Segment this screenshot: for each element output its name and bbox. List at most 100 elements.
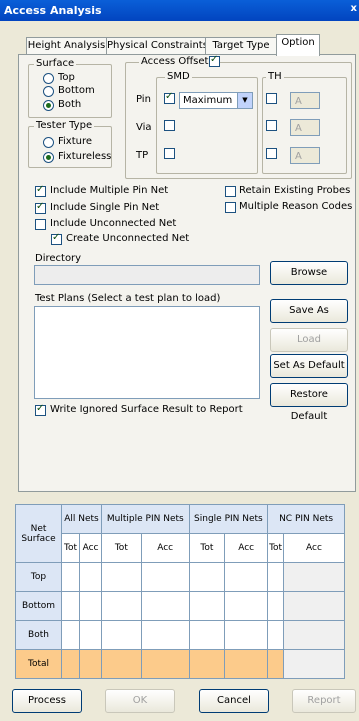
surface-label: Surface [34,58,77,69]
tab-physical-constraints[interactable]: Physical Constraints [106,37,208,55]
pin-th-checkbox[interactable] [266,93,277,104]
pin-label: Pin [136,94,151,105]
table-cell [188,562,226,592]
create-unconnected-net-label: Create Unconnected Net [66,233,190,244]
table-cell [283,620,345,650]
tp-label: TP [136,150,149,161]
table-cell [60,591,81,621]
write-ignored-label: Write Ignored Surface Result to Report [50,404,243,415]
browse-button[interactable]: Browse [270,261,348,285]
tp-th-field[interactable]: A [290,147,320,164]
sub-header: Acc [140,533,190,563]
ok-button[interactable]: OK [105,689,175,713]
write-ignored-checkbox[interactable] [35,403,46,416]
test-plans-list[interactable] [34,306,260,399]
table-cell [283,649,345,679]
table-cell [79,562,102,592]
include-single-pin-net-label: Include Single Pin Net [50,202,160,213]
surface-bottom-radio[interactable] [43,86,54,97]
tab-option[interactable]: Option [276,34,320,56]
sub-header: Tot [101,533,142,563]
table-cell [140,620,190,650]
sub-header: Tot [60,533,81,563]
table-cell [101,649,142,679]
window-title: Access Analysis [4,4,102,17]
table-cell [283,562,345,592]
table-cell [224,562,269,592]
cancel-button[interactable]: Cancel [199,689,269,713]
row-header-both: Both [15,620,62,650]
th-label: TH [266,71,284,82]
tester-fixtureless-radio[interactable] [43,152,54,163]
surface-both-label: Both [58,99,82,110]
restore-default-button[interactable]: Restore Default [270,383,348,422]
retain-existing-probes-checkbox[interactable] [225,186,236,197]
sub-header: Acc [224,533,269,563]
table-cell [79,591,102,621]
via-smd-checkbox[interactable] [164,120,175,131]
include-unconnected-net-label: Include Unconnected Net [50,218,177,229]
net-surface-header: Net Surface [15,504,62,563]
table-cell [267,591,284,621]
table-cell [140,591,190,621]
tester-fixtureless-label: Fixtureless [58,151,112,162]
sub-header: Tot [188,533,226,563]
retain-existing-probes-label: Retain Existing Probes [239,185,351,196]
pin-th-field[interactable]: A [290,92,320,109]
all-nets-header: All Nets [61,504,102,534]
via-th-field[interactable]: A [290,119,320,136]
table-cell [79,649,102,679]
directory-field[interactable] [34,265,260,285]
single-pin-nets-header: Single PIN Nets [188,504,269,534]
set-as-default-button[interactable]: Set As Default [270,354,348,378]
chevron-down-icon[interactable]: ▼ [237,93,252,108]
test-plans-label: Test Plans (Select a test plan to load) [35,293,221,304]
table-cell [224,591,269,621]
row-header-top: Top [15,562,62,592]
table-cell [188,649,226,679]
access-offset-label: Access Offset [139,56,211,67]
results-table: Net Surface All Nets Multiple PIN Nets S… [15,504,345,679]
access-offset-checkbox[interactable] [209,54,220,67]
nc-pin-nets-header: NC PIN Nets [267,504,345,534]
close-icon[interactable]: x [351,3,357,14]
surface-top-radio[interactable] [43,73,54,84]
table-cell [267,562,284,592]
via-label: Via [136,122,152,133]
sub-header: Acc [283,533,345,563]
title-bar: Access Analysis x [0,0,359,21]
include-unconnected-net-checkbox[interactable] [35,219,46,230]
tester-fixture-radio[interactable] [43,137,54,148]
table-cell [224,620,269,650]
tab-target-type[interactable]: Target Type [205,37,277,55]
table-cell [140,649,190,679]
table-cell [101,620,142,650]
table-cell [283,591,345,621]
load-button[interactable]: Load [270,328,348,352]
create-unconnected-net-checkbox[interactable] [51,232,62,245]
multiple-pin-nets-header: Multiple PIN Nets [101,504,190,534]
table-cell [101,562,142,592]
directory-label: Directory [35,253,82,264]
via-th-checkbox[interactable] [266,120,277,131]
table-cell [267,649,284,679]
include-single-pin-net-checkbox[interactable] [35,201,46,214]
save-as-button[interactable]: Save As [270,299,348,323]
report-button[interactable]: Report [292,689,356,713]
table-cell [267,620,284,650]
multiple-reason-codes-checkbox[interactable] [225,202,236,213]
surface-top-label: Top [58,72,75,83]
row-header-total: Total [15,649,62,679]
tp-smd-checkbox[interactable] [164,148,175,159]
process-button[interactable]: Process [12,689,82,713]
table-cell [60,562,81,592]
tab-height-analysis[interactable]: Height Analysis [26,37,107,55]
pin-smd-checkbox[interactable] [164,91,175,104]
sub-header: Acc [79,533,102,563]
include-multiple-pin-net-checkbox[interactable] [35,184,46,197]
tp-th-checkbox[interactable] [266,148,277,159]
table-cell [60,620,81,650]
pin-smd-select[interactable]: Maximum ▼ [179,92,253,109]
row-header-bottom: Bottom [15,591,62,621]
surface-both-radio[interactable] [43,100,54,111]
